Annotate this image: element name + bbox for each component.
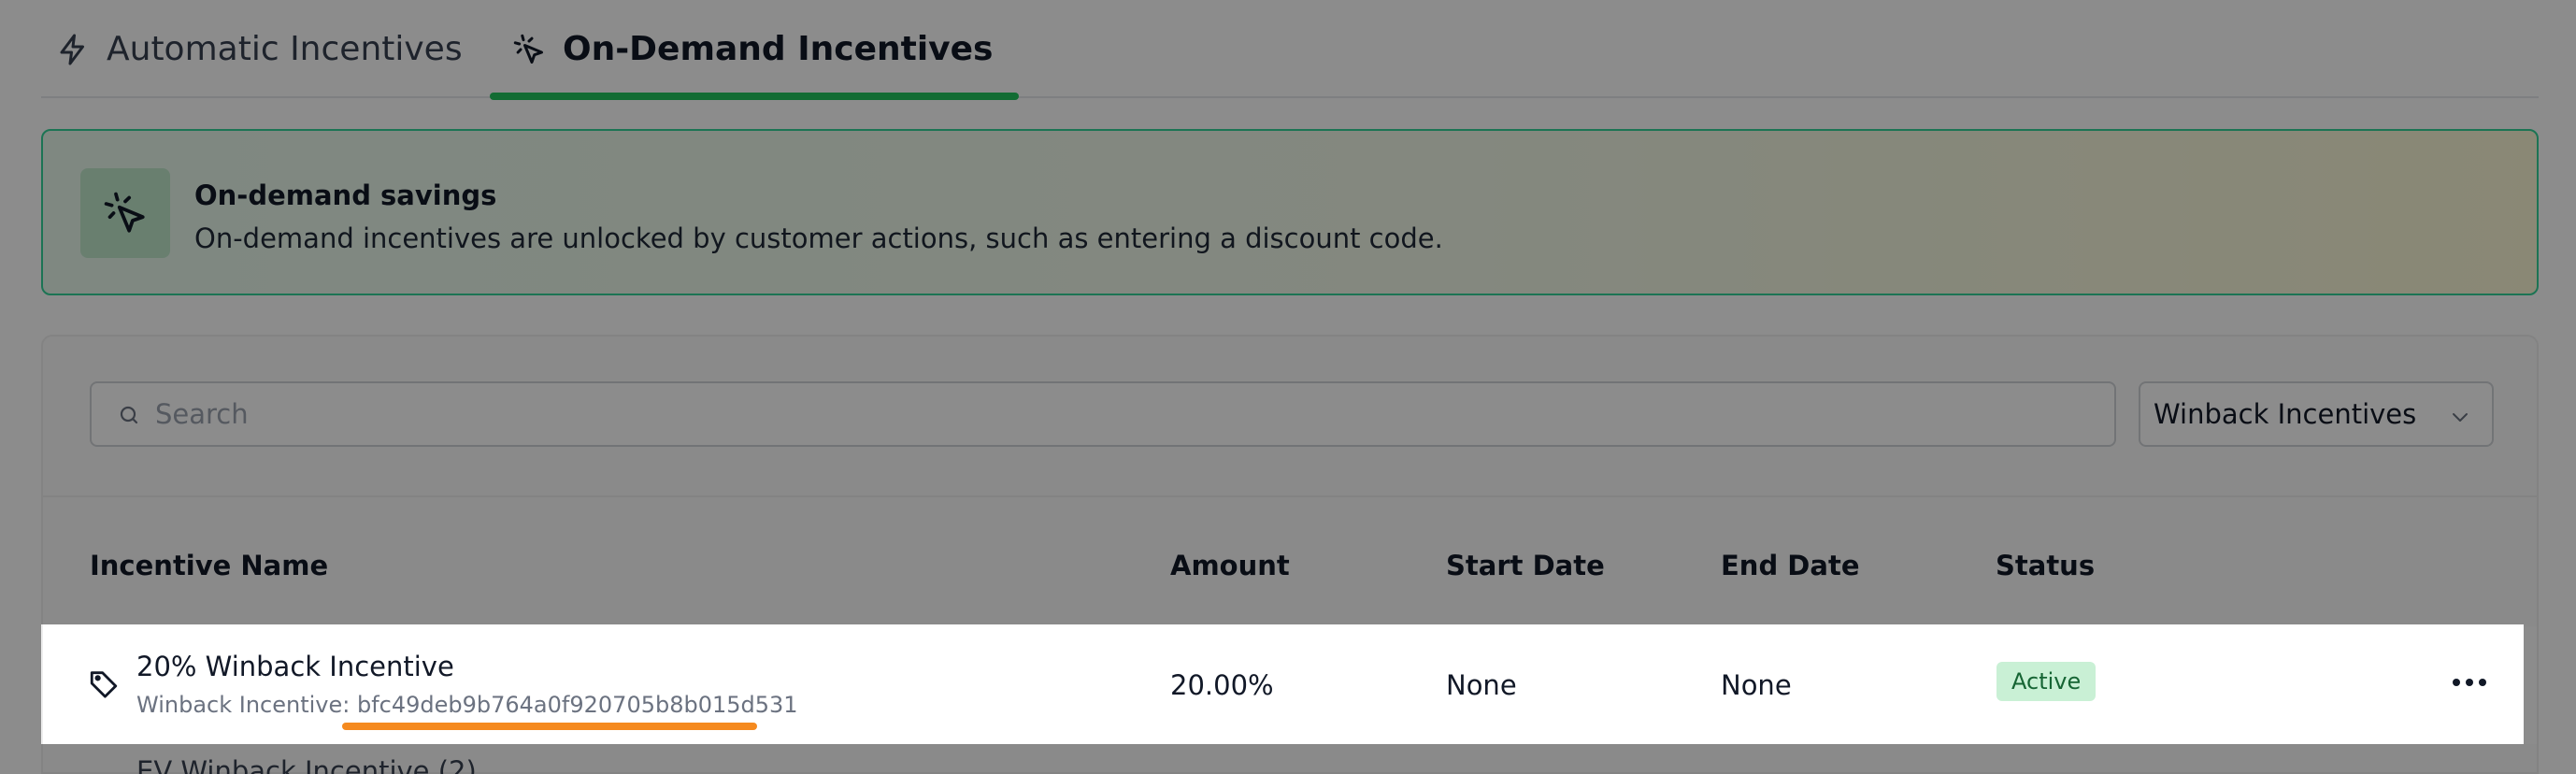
incentive-type-label: Winback Incentive: — [136, 692, 357, 718]
dim-overlay — [0, 624, 41, 744]
tag-icon — [90, 671, 118, 698]
highlight-underline — [342, 723, 757, 730]
start-date-cell: None — [1446, 669, 1517, 701]
table-row[interactable]: 20% Winback Incentive Winback Incentive:… — [43, 626, 2537, 744]
dot-icon — [2466, 679, 2473, 686]
more-actions-button[interactable] — [2453, 671, 2490, 694]
amount-cell: 20.00% — [1170, 669, 1274, 701]
dot-icon — [2453, 679, 2460, 686]
end-date-cell: None — [1721, 669, 1792, 701]
dim-overlay — [2524, 624, 2576, 744]
incentive-name[interactable]: 20% Winback Incentive — [136, 651, 454, 682]
page: Automatic Incentives On-Demand Incentive… — [0, 0, 2576, 774]
status-badge: Active — [1996, 662, 2097, 701]
dim-overlay — [0, 744, 2576, 774]
incentive-subtitle: Winback Incentive: bfc49deb9b764a0f92070… — [136, 692, 798, 718]
incentive-id: bfc49deb9b764a0f920705b8b015d531 — [356, 692, 798, 718]
dot-icon — [2479, 679, 2486, 686]
dim-overlay — [0, 0, 2576, 624]
